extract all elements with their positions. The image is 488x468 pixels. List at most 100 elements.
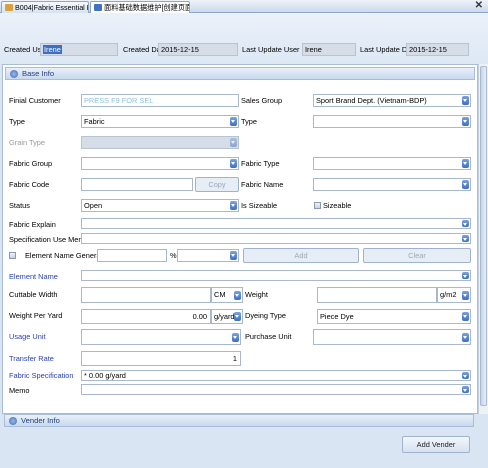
fabric-group-select[interactable]	[81, 157, 239, 170]
weight-input[interactable]	[317, 287, 437, 303]
memo-label: Memo	[9, 386, 30, 395]
scrollbar-thumb[interactable]	[480, 66, 487, 406]
finial-customer-label: Finial Customer	[9, 96, 61, 105]
sizeable-checkbox[interactable]	[314, 202, 321, 209]
chevron-down-icon[interactable]	[462, 291, 469, 300]
fabric-type-select[interactable]	[313, 157, 471, 170]
weight-per-yard-unit-select[interactable]: g/yard	[211, 309, 243, 324]
percent-label: %	[170, 251, 177, 260]
element-name-label: Element Name	[9, 272, 58, 281]
section-title: Base Info	[22, 69, 55, 78]
memo-input[interactable]	[81, 384, 471, 395]
purchase-unit-label: Purchase Unit	[245, 332, 292, 341]
chevron-down-icon[interactable]	[234, 312, 241, 321]
finial-customer-input[interactable]: PRESS F9 FOR SEL	[81, 94, 239, 107]
add-vender-button[interactable]: Add Vender	[402, 436, 470, 453]
fabric-name-input[interactable]	[313, 178, 471, 191]
tab-label: 面料基础数据维护[创建页面]不?	[104, 2, 189, 12]
chevron-down-icon[interactable]	[230, 159, 237, 168]
created-date-field: 2015-12-15	[158, 43, 238, 56]
chevron-down-icon[interactable]	[232, 333, 239, 342]
section-title: Vender Info	[21, 416, 60, 425]
form-panel: Base Info Finial Customer PRESS F9 FOR S…	[2, 64, 478, 414]
status-label: Status	[9, 201, 30, 210]
record-header: Created User Irene Created Date 2015-12-…	[0, 13, 488, 64]
chevron-down-icon[interactable]	[230, 117, 237, 126]
close-icon[interactable]: ✕	[475, 0, 483, 11]
document-icon	[5, 4, 13, 11]
spec-use-memo-label: Specification Use Memo	[9, 235, 89, 244]
chevron-down-icon[interactable]	[462, 180, 469, 189]
base-info-header[interactable]: Base Info	[5, 67, 475, 80]
type-label: Type	[9, 117, 26, 126]
cuttable-width-unit-select[interactable]: CM	[211, 287, 243, 303]
cuttable-width-input[interactable]	[81, 287, 211, 303]
fabric-type-label: Fabric Type	[241, 159, 280, 168]
tab-label: B004|Fabric Essential Data Mainte	[15, 3, 88, 12]
tab-fabric-essential-data[interactable]: B004|Fabric Essential Data Mainte	[1, 1, 89, 13]
spec-use-memo-input[interactable]	[81, 233, 471, 244]
status-select[interactable]: Open	[81, 199, 239, 212]
dyeing-type-label: Dyeing Type	[245, 311, 286, 320]
chevron-down-icon[interactable]	[462, 272, 469, 279]
last-update-date-field: 2015-12-15	[406, 43, 469, 56]
fabric-explain-input[interactable]	[81, 218, 471, 229]
usage-unit-label: Usage Unit	[9, 332, 46, 341]
type-select[interactable]: Fabric	[81, 115, 239, 128]
element-name-generation-checkbox[interactable]	[9, 252, 16, 259]
clear-element-button[interactable]: Clear	[363, 248, 471, 263]
weight-label: Weight	[245, 290, 268, 299]
element-name-input[interactable]	[81, 270, 471, 281]
vertical-scrollbar[interactable]	[478, 64, 488, 414]
chevron-down-icon[interactable]	[462, 386, 469, 393]
tab-bar: B004|Fabric Essential Data Mainte 面料基础数据…	[0, 0, 488, 13]
sales-group-label: Sales Group	[241, 96, 283, 105]
usage-unit-select[interactable]	[81, 329, 241, 345]
chevron-down-icon[interactable]	[462, 372, 469, 379]
vender-info-area: Vender Info Add Vender	[0, 414, 488, 468]
tab-create-page[interactable]: 面料基础数据维护[创建页面]不?	[90, 1, 190, 13]
chevron-down-icon[interactable]	[462, 159, 469, 168]
chevron-down-icon[interactable]	[234, 291, 241, 300]
purchase-unit-select[interactable]	[313, 329, 471, 345]
weight-per-yard-label: Weight Per Yard	[9, 311, 63, 320]
document-icon	[94, 4, 102, 11]
chevron-down-icon[interactable]	[230, 251, 237, 260]
chevron-down-icon[interactable]	[230, 201, 237, 210]
sizeable-checkbox-label: Sizeable	[323, 201, 352, 210]
cuttable-width-label: Cuttable Width	[9, 290, 58, 299]
transfer-rate-input[interactable]: 1	[81, 351, 241, 366]
add-element-button[interactable]: Add	[243, 248, 359, 263]
fabric-specification-input[interactable]: * 0.00 g/yard	[81, 370, 471, 381]
collapse-icon[interactable]	[9, 416, 17, 425]
chevron-down-icon[interactable]	[462, 117, 469, 126]
chevron-down-icon	[230, 138, 237, 147]
fabric-group-label: Fabric Group	[9, 159, 53, 168]
type2-select[interactable]	[313, 115, 471, 128]
fabric-specification-label: Fabric Specification	[9, 371, 74, 380]
chevron-down-icon[interactable]	[462, 312, 469, 321]
collapse-icon[interactable]	[10, 69, 18, 78]
element-percent-select[interactable]	[177, 249, 239, 262]
dyeing-type-select[interactable]: Piece Dye	[317, 309, 471, 324]
fabric-name-label: Fabric Name	[241, 180, 284, 189]
fabric-explain-label: Fabric Explain	[9, 220, 56, 229]
copy-button[interactable]: Copy	[195, 177, 239, 192]
transfer-rate-label: Transfer Rate	[9, 354, 54, 363]
fabric-code-label: Fabric Code	[9, 180, 50, 189]
chevron-down-icon[interactable]	[462, 96, 469, 105]
fabric-code-input[interactable]	[81, 178, 193, 191]
vender-info-header[interactable]: Vender Info	[4, 414, 474, 427]
chevron-down-icon[interactable]	[462, 220, 469, 227]
grain-type-label: Grain Type	[9, 138, 46, 147]
last-update-user-label: Last Update User	[242, 45, 300, 54]
last-update-user-field: Irene	[302, 43, 356, 56]
weight-unit-select[interactable]: g/m2	[437, 287, 471, 303]
created-user-field: Irene	[40, 43, 118, 56]
weight-per-yard-input[interactable]: 0.00	[81, 309, 211, 324]
chevron-down-icon[interactable]	[462, 333, 469, 342]
chevron-down-icon[interactable]	[462, 235, 469, 242]
sales-group-select[interactable]: Sport Brand Dept. (Vietnam-BDP)	[313, 94, 471, 107]
type2-label: Type	[241, 117, 258, 126]
element-generation-input[interactable]	[97, 249, 167, 262]
